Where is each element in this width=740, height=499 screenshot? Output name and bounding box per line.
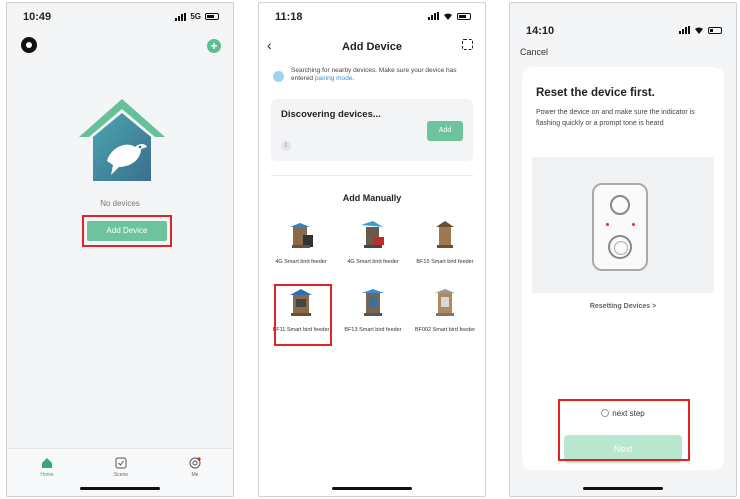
scan-icon[interactable] — [462, 39, 473, 50]
signal-icon — [679, 26, 690, 34]
battery-icon — [457, 12, 471, 20]
discovering-card: Discovering devices... Add ᛒ — [271, 99, 473, 161]
avatar[interactable] — [21, 37, 37, 53]
bird-feeder-solar-icon — [362, 289, 384, 316]
profile-icon — [189, 457, 201, 469]
discover-add-button[interactable]: Add — [427, 121, 463, 141]
device-item-label: 4G Smart bird feeder — [275, 259, 327, 265]
home-indicator — [332, 487, 412, 490]
network-label: 5G — [190, 12, 201, 21]
add-plus-icon[interactable]: + — [207, 39, 221, 53]
tab-home[interactable]: Home — [27, 457, 67, 478]
no-devices-text: No devices — [100, 199, 140, 208]
tab-me[interactable]: Me — [175, 457, 215, 478]
battery-icon — [708, 26, 722, 34]
add-device-screen: 11:18 ‹ Add Device Searching for nearby … — [258, 2, 486, 497]
highlight-box — [558, 399, 690, 461]
device-item-bf002[interactable]: BF002 Smart bird feeder — [413, 287, 477, 351]
device-item-label: BF002 Smart bird feeder — [414, 327, 476, 333]
birdhouse-icon — [79, 99, 165, 181]
status-time: 10:49 — [23, 11, 52, 23]
checkbox-icon — [115, 457, 127, 469]
resetting-devices-link[interactable]: Resetting Devices > — [522, 303, 724, 310]
signal-icon — [428, 12, 439, 20]
highlight-box — [274, 284, 332, 346]
pairing-mode-link[interactable]: pairing mode — [315, 75, 353, 82]
bird-feeder-solar-icon — [361, 221, 384, 248]
bird-feeder-icon — [435, 289, 455, 316]
device-item-label: BF13 Smart bird feeder — [344, 327, 402, 333]
bird-feeder-icon — [436, 221, 454, 248]
status-bar: 11:18 — [259, 9, 485, 27]
cancel-button[interactable]: Cancel — [520, 47, 548, 57]
bluetooth-icon: ᛒ — [281, 141, 291, 151]
divider — [271, 175, 473, 176]
home-indicator — [80, 487, 160, 490]
add-manually-title: Add Manually — [342, 193, 402, 203]
searching-notice: Searching for nearby devices. Make sure … — [271, 67, 475, 91]
device-item-4g-1[interactable]: 4G Smart bird feeder — [269, 219, 333, 283]
device-item-label: 4G Smart bird feeder — [347, 259, 399, 265]
device-item-bf15[interactable]: BF15 Smart bird feeder — [413, 219, 477, 283]
battery-icon — [205, 13, 219, 20]
searching-spinner-icon — [273, 71, 284, 82]
status-time: 14:10 — [526, 25, 555, 37]
tab-me-label: Me — [191, 472, 199, 478]
home-icon — [42, 458, 52, 468]
wifi-icon — [444, 13, 452, 20]
status-bar: 14:10 — [510, 23, 736, 41]
signal-icon — [175, 12, 187, 21]
tab-scene[interactable]: Scene — [101, 457, 141, 478]
tab-home-label: Home — [40, 472, 54, 478]
device-item-4g-2[interactable]: 4G Smart bird feeder — [341, 219, 405, 283]
device-illustration — [532, 157, 714, 293]
device-item-label: BF15 Smart bird feeder — [416, 259, 474, 265]
reset-screen: 14:10 Cancel Reset the device first. Pow… — [509, 2, 737, 497]
home-screen: 10:49 5G + No devices Add Device Home Sc… — [6, 2, 234, 497]
wifi-icon — [695, 27, 703, 34]
status-time: 11:18 — [275, 11, 303, 23]
tab-scene-label: Scene — [113, 472, 129, 478]
bird-feeder-solar-icon — [290, 223, 313, 248]
camera-device-icon — [592, 183, 648, 271]
device-item-bf13[interactable]: BF13 Smart bird feeder — [341, 287, 405, 351]
reset-title: Reset the device first. — [536, 87, 655, 99]
home-indicator — [583, 487, 663, 490]
discovering-title: Discovering devices... — [281, 109, 381, 120]
add-device-button[interactable]: Add Device — [87, 221, 167, 241]
page-title: Add Device — [342, 41, 402, 53]
status-bar: 10:49 5G — [7, 9, 233, 27]
reset-description: Power the device on and make sure the in… — [536, 109, 695, 127]
